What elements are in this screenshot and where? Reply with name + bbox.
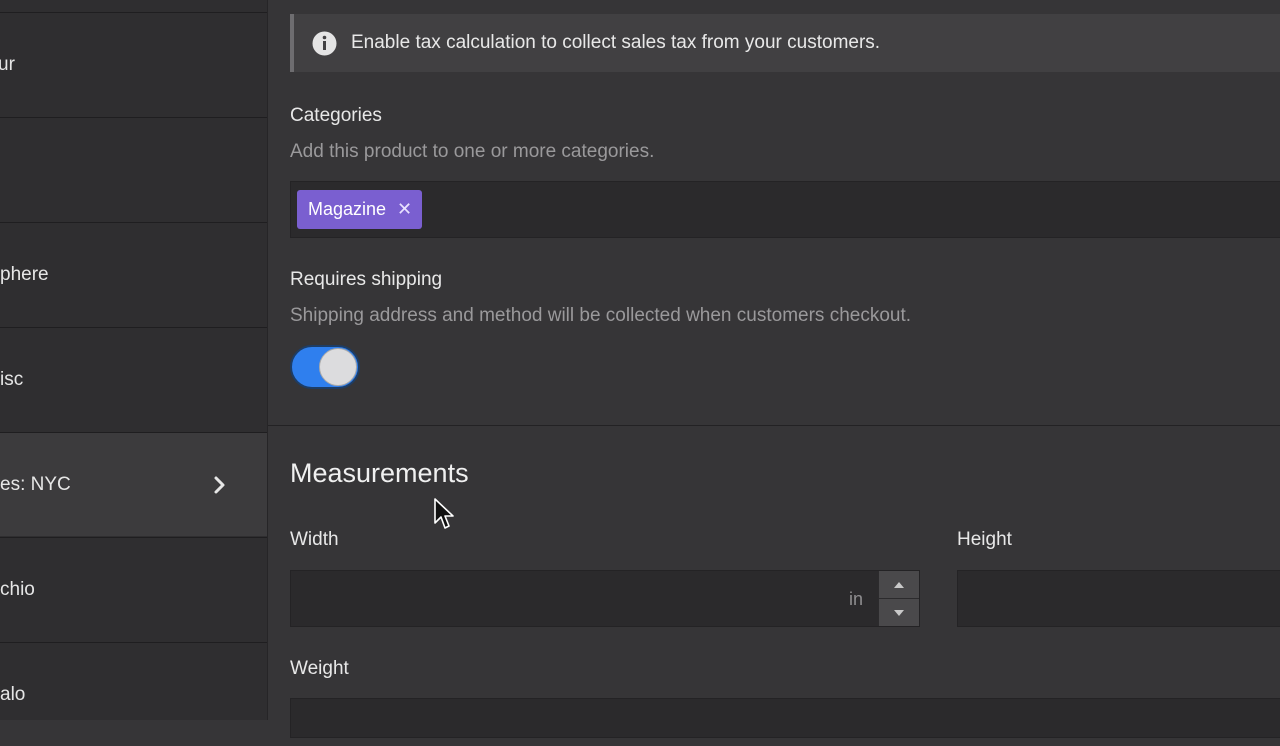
- increment-button[interactable]: [879, 571, 919, 599]
- requires-shipping-toggle[interactable]: [290, 345, 360, 389]
- sidebar-item-label: es: NYC: [0, 473, 71, 495]
- height-input[interactable]: [957, 570, 1280, 627]
- width-stepper: [878, 571, 919, 626]
- categories-input[interactable]: Magazine ✕: [290, 181, 1280, 238]
- measurements-title: Measurements: [290, 458, 469, 488]
- tax-notice: Enable tax calculation to collect sales …: [290, 14, 1280, 72]
- tax-notice-text: Enable tax calculation to collect sales …: [351, 32, 881, 53]
- info-icon: [312, 31, 337, 55]
- sidebar-item-label: phere: [0, 263, 49, 285]
- caret-down-icon: [894, 609, 904, 616]
- caret-up-icon: [894, 581, 904, 588]
- sidebar-item-4[interactable]: es: NYC: [0, 432, 267, 536]
- sidebar-item-2[interactable]: phere: [0, 222, 267, 326]
- categories-label: Categories: [290, 105, 382, 126]
- sidebar-item-label: isc: [0, 368, 24, 390]
- category-tag-label: Magazine: [308, 199, 387, 219]
- toggle-knob: [319, 348, 357, 386]
- decrement-button[interactable]: [879, 599, 919, 626]
- sidebar-item-label: chio: [0, 578, 35, 600]
- product-settings-section: Enable tax calculation to collect sales …: [268, 0, 1280, 426]
- categories-help: Add this product to one or more categori…: [290, 141, 655, 162]
- width-label: Width: [290, 529, 339, 550]
- weight-label: Weight: [290, 658, 349, 679]
- sidebar-item-1[interactable]: [0, 117, 267, 221]
- sidebar-item-6[interactable]: alo: [0, 642, 267, 746]
- sidebar-item-label: ur: [0, 53, 15, 75]
- width-unit: in: [848, 589, 863, 609]
- weight-input[interactable]: [290, 698, 1280, 738]
- height-label: Height: [957, 529, 1012, 550]
- remove-tag-icon[interactable]: ✕: [397, 199, 412, 220]
- mouse-cursor-icon: [434, 498, 454, 529]
- requires-shipping-help: Shipping address and method will be coll…: [290, 305, 912, 326]
- category-tag: Magazine ✕: [297, 190, 423, 229]
- chevron-right-icon: [214, 476, 225, 493]
- sidebar-item-3[interactable]: isc: [0, 327, 267, 431]
- requires-shipping-label: Requires shipping: [290, 269, 443, 290]
- sidebar-item-0[interactable]: ur: [0, 12, 267, 116]
- sidebar-item-label: alo: [0, 683, 26, 705]
- width-input[interactable]: in: [290, 570, 920, 627]
- sidebar-item-5[interactable]: chio: [0, 537, 267, 641]
- sidebar: ur phere isc es: NYC chio alo: [0, 0, 268, 720]
- main-panel: Enable tax calculation to collect sales …: [268, 0, 1280, 738]
